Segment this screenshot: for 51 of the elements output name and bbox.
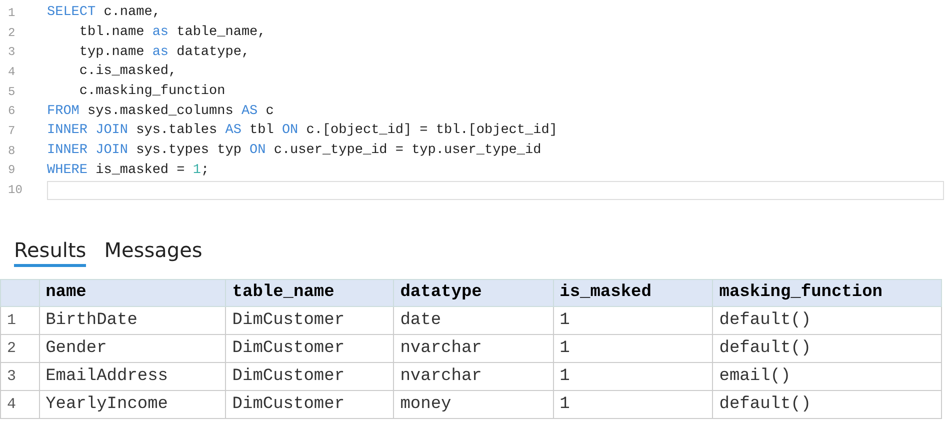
- table-cell: email(): [712, 362, 942, 390]
- row-number[interactable]: 1: [0, 306, 40, 334]
- table-cell: date: [394, 306, 554, 334]
- table-cell: 1: [553, 362, 713, 390]
- row-number[interactable]: 2: [0, 334, 40, 362]
- table-cell: DimCustomer: [226, 334, 394, 362]
- line-number: 2: [7, 26, 16, 40]
- line-number: 3: [7, 45, 16, 60]
- line-number: 7: [7, 124, 16, 138]
- corner-header: [0, 279, 40, 306]
- table-cell: 1: [553, 334, 713, 362]
- table-cell: default(): [712, 306, 942, 334]
- table-cell: default(): [712, 390, 942, 418]
- table-cell: BirthDate: [39, 306, 226, 334]
- code-line: c.masking_function: [78, 83, 226, 100]
- column-header[interactable]: datatype: [394, 279, 554, 306]
- column-header[interactable]: masking_function: [712, 279, 942, 306]
- line-number: 6: [7, 104, 16, 118]
- line-number: 4: [7, 64, 16, 79]
- tab[interactable]: Results: [14, 238, 86, 267]
- column-header[interactable]: name: [39, 279, 226, 306]
- code-line: typ.name as datatype,: [78, 44, 251, 61]
- table-cell: nvarchar: [394, 334, 554, 362]
- line-number: 8: [7, 144, 16, 158]
- code-line: FROM sys.masked_columns AS c: [47, 102, 275, 120]
- row-number[interactable]: 4: [0, 390, 40, 418]
- table-cell: DimCustomer: [226, 390, 394, 418]
- code-line: INNER JOIN sys.types typ ON c.user_type_id = typ.user_type_id: [47, 142, 542, 160]
- table-cell: YearlyIncome: [39, 390, 226, 418]
- line-number: 9: [7, 163, 16, 178]
- code-line: WHERE is_masked = 1;: [47, 162, 210, 179]
- code-line: tbl.name as table_name,: [78, 24, 267, 42]
- column-header[interactable]: is_masked: [553, 279, 713, 306]
- table-cell: DimCustomer: [226, 306, 394, 334]
- column-header[interactable]: table_name: [226, 279, 394, 306]
- line-number: 5: [7, 84, 16, 99]
- table-cell: 1: [553, 390, 713, 418]
- table-cell: Gender: [39, 334, 226, 362]
- code-line: INNER JOIN sys.tables AS tbl ON c.[object_id] = tbl.[object_id]: [47, 122, 558, 140]
- table-cell: DimCustomer: [226, 362, 394, 390]
- table-cell: default(): [712, 334, 942, 362]
- code-line: c.is_masked,: [78, 63, 178, 80]
- line-number: 1: [7, 6, 16, 20]
- code-line: SELECT c.name,: [47, 4, 162, 22]
- table-cell: 1: [553, 306, 713, 334]
- row-number[interactable]: 3: [0, 362, 40, 390]
- table-cell: money: [394, 390, 554, 418]
- table-cell: nvarchar: [394, 362, 554, 390]
- line-number: 10: [7, 183, 24, 198]
- tab[interactable]: Messages: [104, 238, 202, 267]
- table-cell: EmailAddress: [39, 362, 226, 390]
